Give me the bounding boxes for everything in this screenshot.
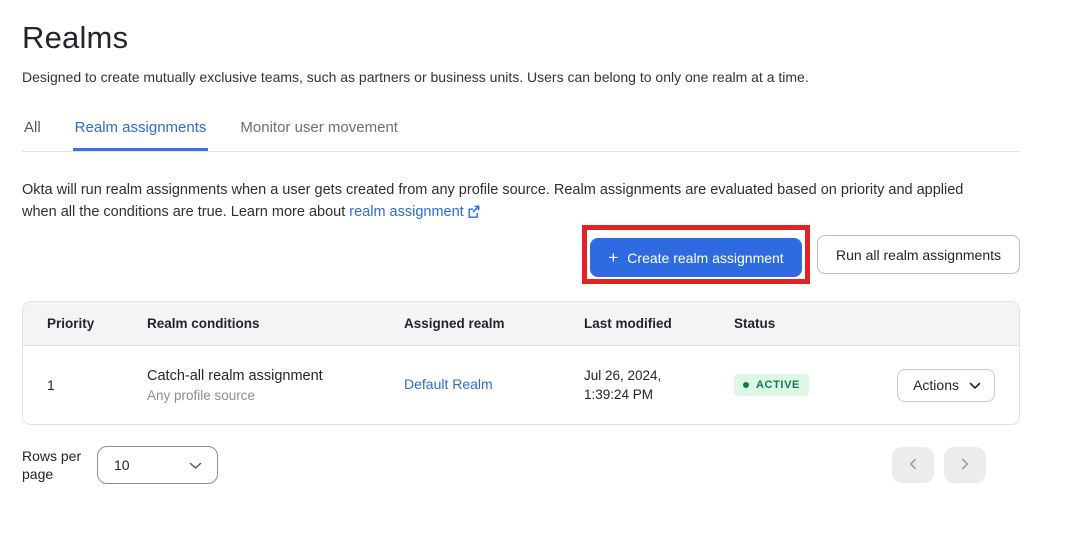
rows-per-page-label: Rows per page [22,447,84,483]
plus-icon: + [608,249,618,266]
rows-per-page-value: 10 [114,457,130,473]
column-header-status: Status [734,316,891,331]
realm-assignment-link[interactable]: realm assignment [349,204,463,220]
priority-value: 1 [47,377,147,393]
description-line2: when all the conditions are true. Learn … [22,204,349,220]
chevron-right-icon [961,458,969,473]
page-subtitle: Designed to create mutually exclusive te… [22,69,1020,85]
highlight-rectangle: + Create realm assignment [582,225,810,284]
tab-bar: All Realm assignments Monitor user movem… [22,119,1020,152]
rows-per-page-select[interactable]: 10 [97,446,218,484]
rows-per-page-control: Rows per page 10 [22,446,218,484]
table-row: 1 Catch-all realm assignment Any profile… [23,346,1019,424]
run-all-realm-assignments-button[interactable]: Run all realm assignments [817,235,1020,274]
realm-conditions-cell: Catch-all realm assignment Any profile s… [147,368,404,403]
last-modified-time: 1:39:24 PM [584,385,734,404]
chevron-down-icon [969,377,981,393]
status-dot-icon [743,382,749,388]
column-header-priority: Priority [47,316,147,331]
status-badge: ACTIVE [734,374,809,396]
previous-page-button[interactable] [892,447,934,483]
tab-realm-assignments[interactable]: Realm assignments [73,119,209,151]
column-header-realm-conditions: Realm conditions [147,316,404,331]
status-label: ACTIVE [756,379,800,391]
chevron-down-icon [189,457,202,473]
create-realm-assignment-button[interactable]: + Create realm assignment [590,238,802,277]
column-header-assigned-realm: Assigned realm [404,316,584,331]
page-title: Realms [22,0,1020,56]
description-line1: Okta will run realm assignments when a u… [22,182,963,198]
actions-button[interactable]: Actions [897,369,995,402]
next-page-button[interactable] [944,447,986,483]
create-button-label: Create realm assignment [627,250,783,266]
tab-monitor-user-movement[interactable]: Monitor user movement [238,119,400,151]
condition-subtitle: Any profile source [147,388,404,403]
status-cell: ACTIVE [734,374,891,396]
realm-assignments-table: Priority Realm conditions Assigned realm… [22,301,1020,425]
actions-cell: Actions [891,369,995,402]
tab-description: Okta will run realm assignments when a u… [22,179,1020,225]
condition-title: Catch-all realm assignment [147,368,404,384]
column-header-last-modified: Last modified [584,316,734,331]
pagination [892,447,986,483]
chevron-left-icon [909,458,917,473]
external-link-icon [467,203,480,225]
actions-button-label: Actions [913,377,959,393]
last-modified-date: Jul 26, 2024, [584,366,734,385]
tab-all[interactable]: All [22,119,43,151]
last-modified-cell: Jul 26, 2024, 1:39:24 PM [584,366,734,404]
page-content: Realms Designed to create mutually exclu… [22,0,1020,484]
table-footer: Rows per page 10 [22,446,1020,484]
assigned-realm-cell: Default Realm [404,376,584,394]
toolbar: + Create realm assignment Run all realm … [22,225,1020,284]
table-header-row: Priority Realm conditions Assigned realm… [23,302,1019,346]
default-realm-link[interactable]: Default Realm [404,376,493,392]
